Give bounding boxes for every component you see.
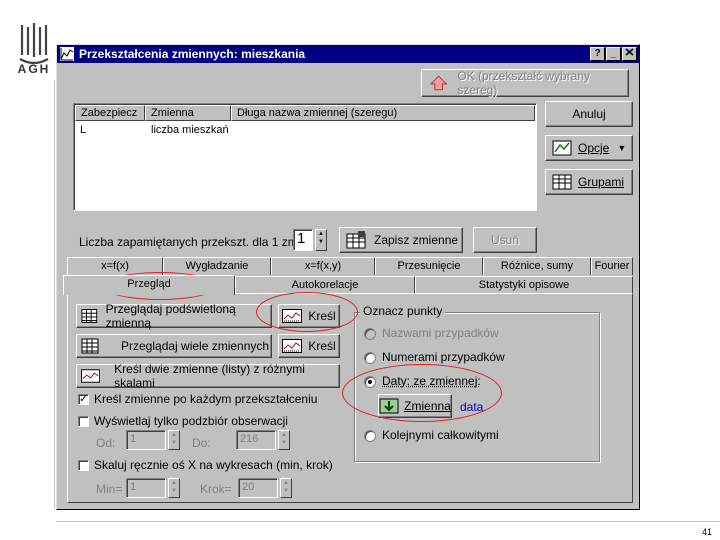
radio-dates-label: Daty: ze zmiennej: [382, 374, 481, 388]
transform-dialog: Przekształcenia zmiennych: mieszkania ? … [56, 44, 640, 510]
dropdown-arrow-icon: ▼ [617, 143, 627, 153]
step-label: Krok= [200, 482, 232, 496]
cancel-button[interactable]: Anuluj [545, 101, 633, 127]
date-variable-value: data [460, 400, 484, 414]
radio-numbers[interactable] [364, 352, 376, 364]
saved-transforms-spinner[interactable]: ▲ ▼ [315, 229, 327, 251]
min-input[interactable]: 1 [126, 478, 166, 498]
tab-shift[interactable]: Przesunięcie [375, 257, 483, 275]
scale-checkbox[interactable] [78, 460, 89, 471]
column-header-protect[interactable]: Zabezpiecz [75, 105, 145, 121]
minimize-button[interactable]: _ [606, 47, 621, 61]
options-button[interactable]: Opcje ▼ [545, 135, 633, 161]
saved-transforms-label: Liczba zapamiętanych przekszt. dla 1 zmn… [79, 235, 312, 249]
plot-two-variables-button[interactable]: Kreśl dwie zmienne (listy) z różnymi ska… [76, 362, 340, 390]
saved-transforms-input[interactable]: 1 [293, 229, 313, 251]
variable-button[interactable]: Zmienna [378, 394, 452, 418]
column-header-long-name[interactable]: Długa nazwa zmiennej (szeregu) [231, 105, 535, 121]
plot-button-2[interactable]: Kreśl [278, 334, 340, 358]
line-chart-icon [282, 339, 303, 353]
tab-differences[interactable]: Różnice, sumy [483, 257, 591, 275]
row-variable-cell[interactable]: liczba mieszkań [151, 124, 229, 136]
title-bar: Przekształcenia zmiennych: mieszkania ? … [57, 45, 639, 63]
ok-button[interactable]: OK (przekształć wybrany szereg) [421, 69, 629, 97]
row-protect-cell[interactable]: L [80, 124, 86, 136]
close-button[interactable] [622, 47, 637, 61]
from-label: Od: [96, 436, 116, 450]
grid-icon [81, 309, 98, 323]
save-grid-icon [346, 231, 366, 249]
slide-divider-vertical [54, 80, 55, 510]
tab-autocorrelation[interactable]: Autokorelacje [235, 276, 415, 294]
mark-points-title: Oznacz punkty [360, 304, 446, 318]
save-variables-button[interactable]: Zapisz zmienne [339, 227, 463, 253]
step-input[interactable]: 20 [238, 478, 278, 498]
browse-highlighted-button[interactable]: Przeglądaj podświetloną zmienną [76, 302, 272, 330]
min-spinner[interactable]: ▲ ▼ [168, 478, 180, 498]
groups-button[interactable]: Grupami [545, 169, 633, 195]
logo-text: AGH [17, 62, 51, 76]
step-spinner[interactable]: ▲ ▼ [280, 478, 292, 498]
app-icon [60, 47, 74, 61]
radio-names-label: Nazwami przypadków [382, 326, 499, 340]
min-label: Min= [96, 482, 123, 496]
home-arrow-icon [429, 75, 448, 91]
delete-button[interactable]: Usuń [473, 227, 537, 253]
to-label: Do: [192, 436, 211, 450]
tab-smoothing[interactable]: Wygładzanie [163, 257, 271, 275]
close-icon [625, 48, 634, 56]
scale-label: Skaluj ręcznie oś X na wykresach (min, k… [94, 458, 333, 472]
radio-integers[interactable] [364, 430, 376, 442]
variables-list[interactable]: Zabezpiecz Zmienna Długa nazwa zmiennej … [73, 103, 537, 211]
from-input[interactable]: 1 [126, 430, 166, 450]
chart-options-icon [552, 140, 572, 156]
down-arrow-icon [379, 398, 399, 414]
to-input[interactable]: 216 [236, 430, 276, 450]
overview-panel: Przeglądaj podświetloną zmienną Kreśl Pr… [67, 293, 633, 503]
column-header-variable[interactable]: Zmienna [145, 105, 231, 121]
subset-checkbox[interactable] [78, 416, 89, 427]
groups-icon [552, 174, 572, 190]
grid-icon [81, 338, 99, 354]
slide-divider-horizontal [56, 521, 720, 522]
tab-xfx[interactable]: x=f(x) [67, 257, 163, 275]
plot-each-label: Kreśl zmienne po każdym przekształceniu [94, 392, 318, 406]
radio-dates[interactable] [364, 376, 376, 388]
radio-integers-label: Kolejnymi całkowitymi [382, 428, 499, 442]
tab-xfxy[interactable]: x=f(x,y) [271, 257, 375, 275]
plot-button-1[interactable]: Kreśl [278, 304, 340, 328]
browse-many-button[interactable]: Przeglądaj wiele zmiennych [76, 334, 272, 358]
tab-fourier[interactable]: Fourier [591, 257, 633, 275]
radio-numbers-label: Numerami przypadków [382, 350, 505, 364]
from-spinner[interactable]: ▲ ▼ [168, 430, 180, 450]
page-number: 41 [701, 527, 712, 537]
to-spinner[interactable]: ▲ ▼ [278, 430, 290, 450]
line-chart-icon [282, 309, 303, 323]
tab-overview[interactable]: Przegląd [63, 275, 235, 295]
window-title: Przekształcenia zmiennych: mieszkania [79, 47, 306, 61]
subset-label: Wyświetlaj tylko podzbiór obserwacji [94, 414, 288, 428]
line-chart-icon [81, 369, 101, 383]
tab-descriptive-stats[interactable]: Statystyki opisowe [415, 276, 633, 294]
plot-each-checkbox[interactable]: ✓ [78, 394, 89, 405]
help-button[interactable]: ? [590, 47, 605, 61]
radio-names[interactable] [364, 328, 376, 340]
